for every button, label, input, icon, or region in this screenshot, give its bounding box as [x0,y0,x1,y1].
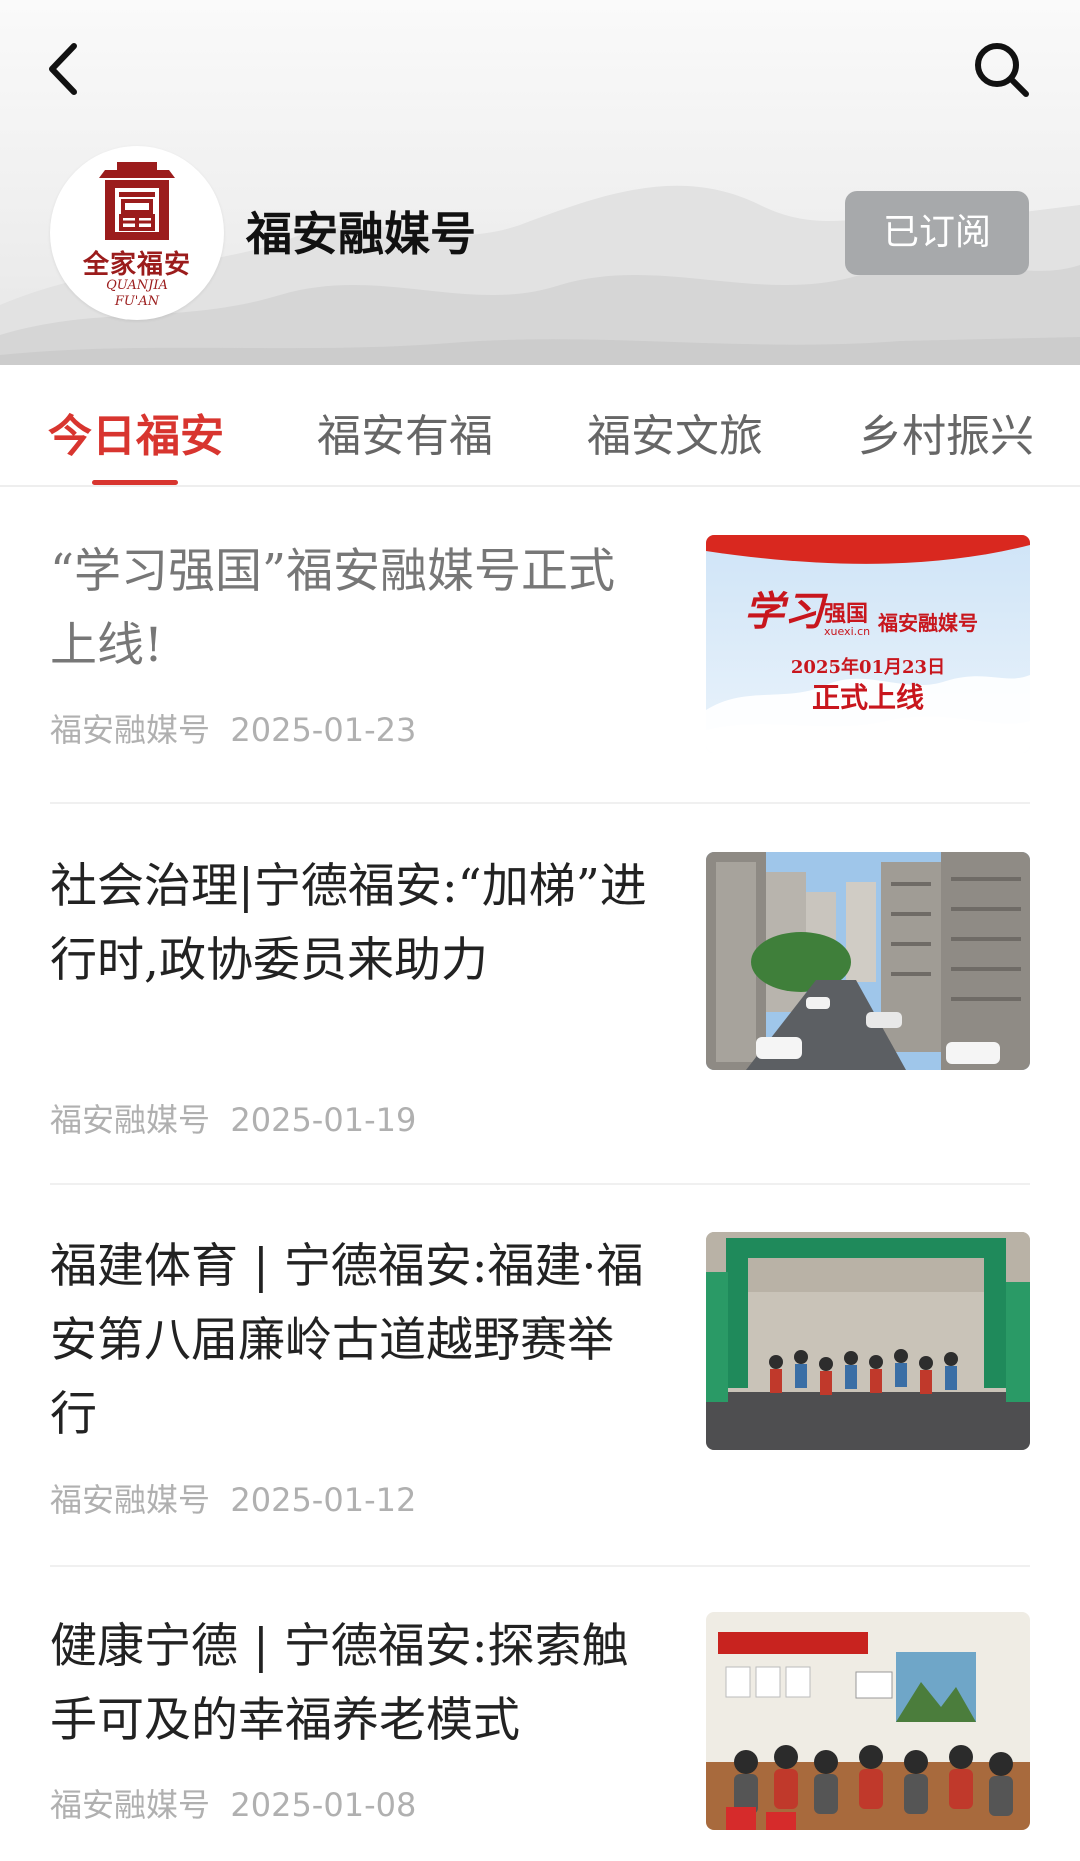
article-item[interactable]: “学习强国”福安融媒号正式上线! 福安融媒号 2025-01-23 学习 强国 … [0,535,1080,795]
divider [50,1565,1030,1567]
article-date: 2025-01-23 [230,711,417,749]
active-tab-indicator [92,480,178,485]
article-thumbnail [706,1612,1030,1830]
article-meta: 福安融媒号 2025-01-23 [50,705,416,751]
article-source: 福安融媒号 [50,1101,211,1139]
tab-fuan-youfu[interactable]: 福安有福 [317,400,493,464]
article-source: 福安融媒号 [50,1786,211,1824]
subscribed-button[interactable]: 已订阅 [845,191,1029,275]
search-button[interactable] [970,38,1032,100]
logo-subtext: QUANJIA [106,278,168,293]
search-icon [975,43,1029,97]
thumb-date: 2025年01月23日 [791,656,945,678]
tab-bar: 今日福安 福安有福 福安文旅 乡村振兴 [0,365,1080,487]
article-thumbnail [706,852,1030,1070]
article-meta: 福安融媒号 2025-01-19 [50,1095,416,1141]
article-item[interactable]: 福建体育 | 宁德福安:福建·福安第八届廉岭古道越野赛举行 福安融媒号 2025… [0,1230,1080,1520]
article-thumbnail [706,1232,1030,1450]
article-meta: 福安融媒号 2025-01-08 [50,1780,416,1826]
channel-avatar[interactable]: 全家福安 QUANJIA FU'AN [50,146,224,320]
logo-text: 全家福安 [82,250,191,280]
tab-fuan-wenlv[interactable]: 福安文旅 [587,400,763,464]
article-meta: 福安融媒号 2025-01-12 [50,1475,416,1521]
article-title: “学习强国”福安融媒号正式上线! [50,544,616,673]
fu-character-logo [99,162,175,240]
thumb-brand: 学习 [744,588,828,635]
thumb-headline: 正式上线 [812,681,924,714]
thumb-channel: 福安融媒号 [877,611,978,635]
article-title: 福建体育 | 宁德福安:福建·福安第八届廉岭古道越野赛举行 [50,1239,644,1442]
article-date: 2025-01-19 [230,1101,417,1139]
article-date: 2025-01-12 [230,1481,417,1519]
article-item[interactable]: 健康宁德 | 宁德福安:探索触手可及的幸福养老模式 福安融媒号 2025-01-… [0,1610,1080,1861]
chevron-left-icon [49,43,77,95]
tab-rural-revitalization[interactable]: 乡村振兴 [858,400,1034,464]
article-title: 健康宁德 | 宁德福安:探索触手可及的幸福养老模式 [50,1619,629,1748]
tab-today-fuan[interactable]: 今日福安 [48,400,224,464]
channel-header: 全家福安 QUANJIA FU'AN 福安融媒号 已订阅 [0,0,1080,365]
channel-name: 福安融媒号 [246,207,476,261]
logo-subtext-2: FU'AN [114,294,160,309]
back-button[interactable] [44,40,84,98]
article-source: 福安融媒号 [50,1481,211,1519]
thumb-brand2: 强国 [824,602,868,627]
article-item[interactable]: 社会治理|宁德福安:“加梯”进行时,政协委员来助力 福安融媒号 2025-01-… [0,850,1080,1140]
article-date: 2025-01-08 [230,1786,417,1824]
article-title: 社会治理|宁德福安:“加梯”进行时,政协委员来助力 [50,859,647,988]
divider [50,1183,1030,1185]
thumb-site: xuexi.cn [824,625,870,638]
divider [50,802,1030,804]
article-thumbnail: 学习 强国 xuexi.cn 福安融媒号 2025年01月23日 正式上线 [706,535,1030,753]
article-source: 福安融媒号 [50,711,211,749]
